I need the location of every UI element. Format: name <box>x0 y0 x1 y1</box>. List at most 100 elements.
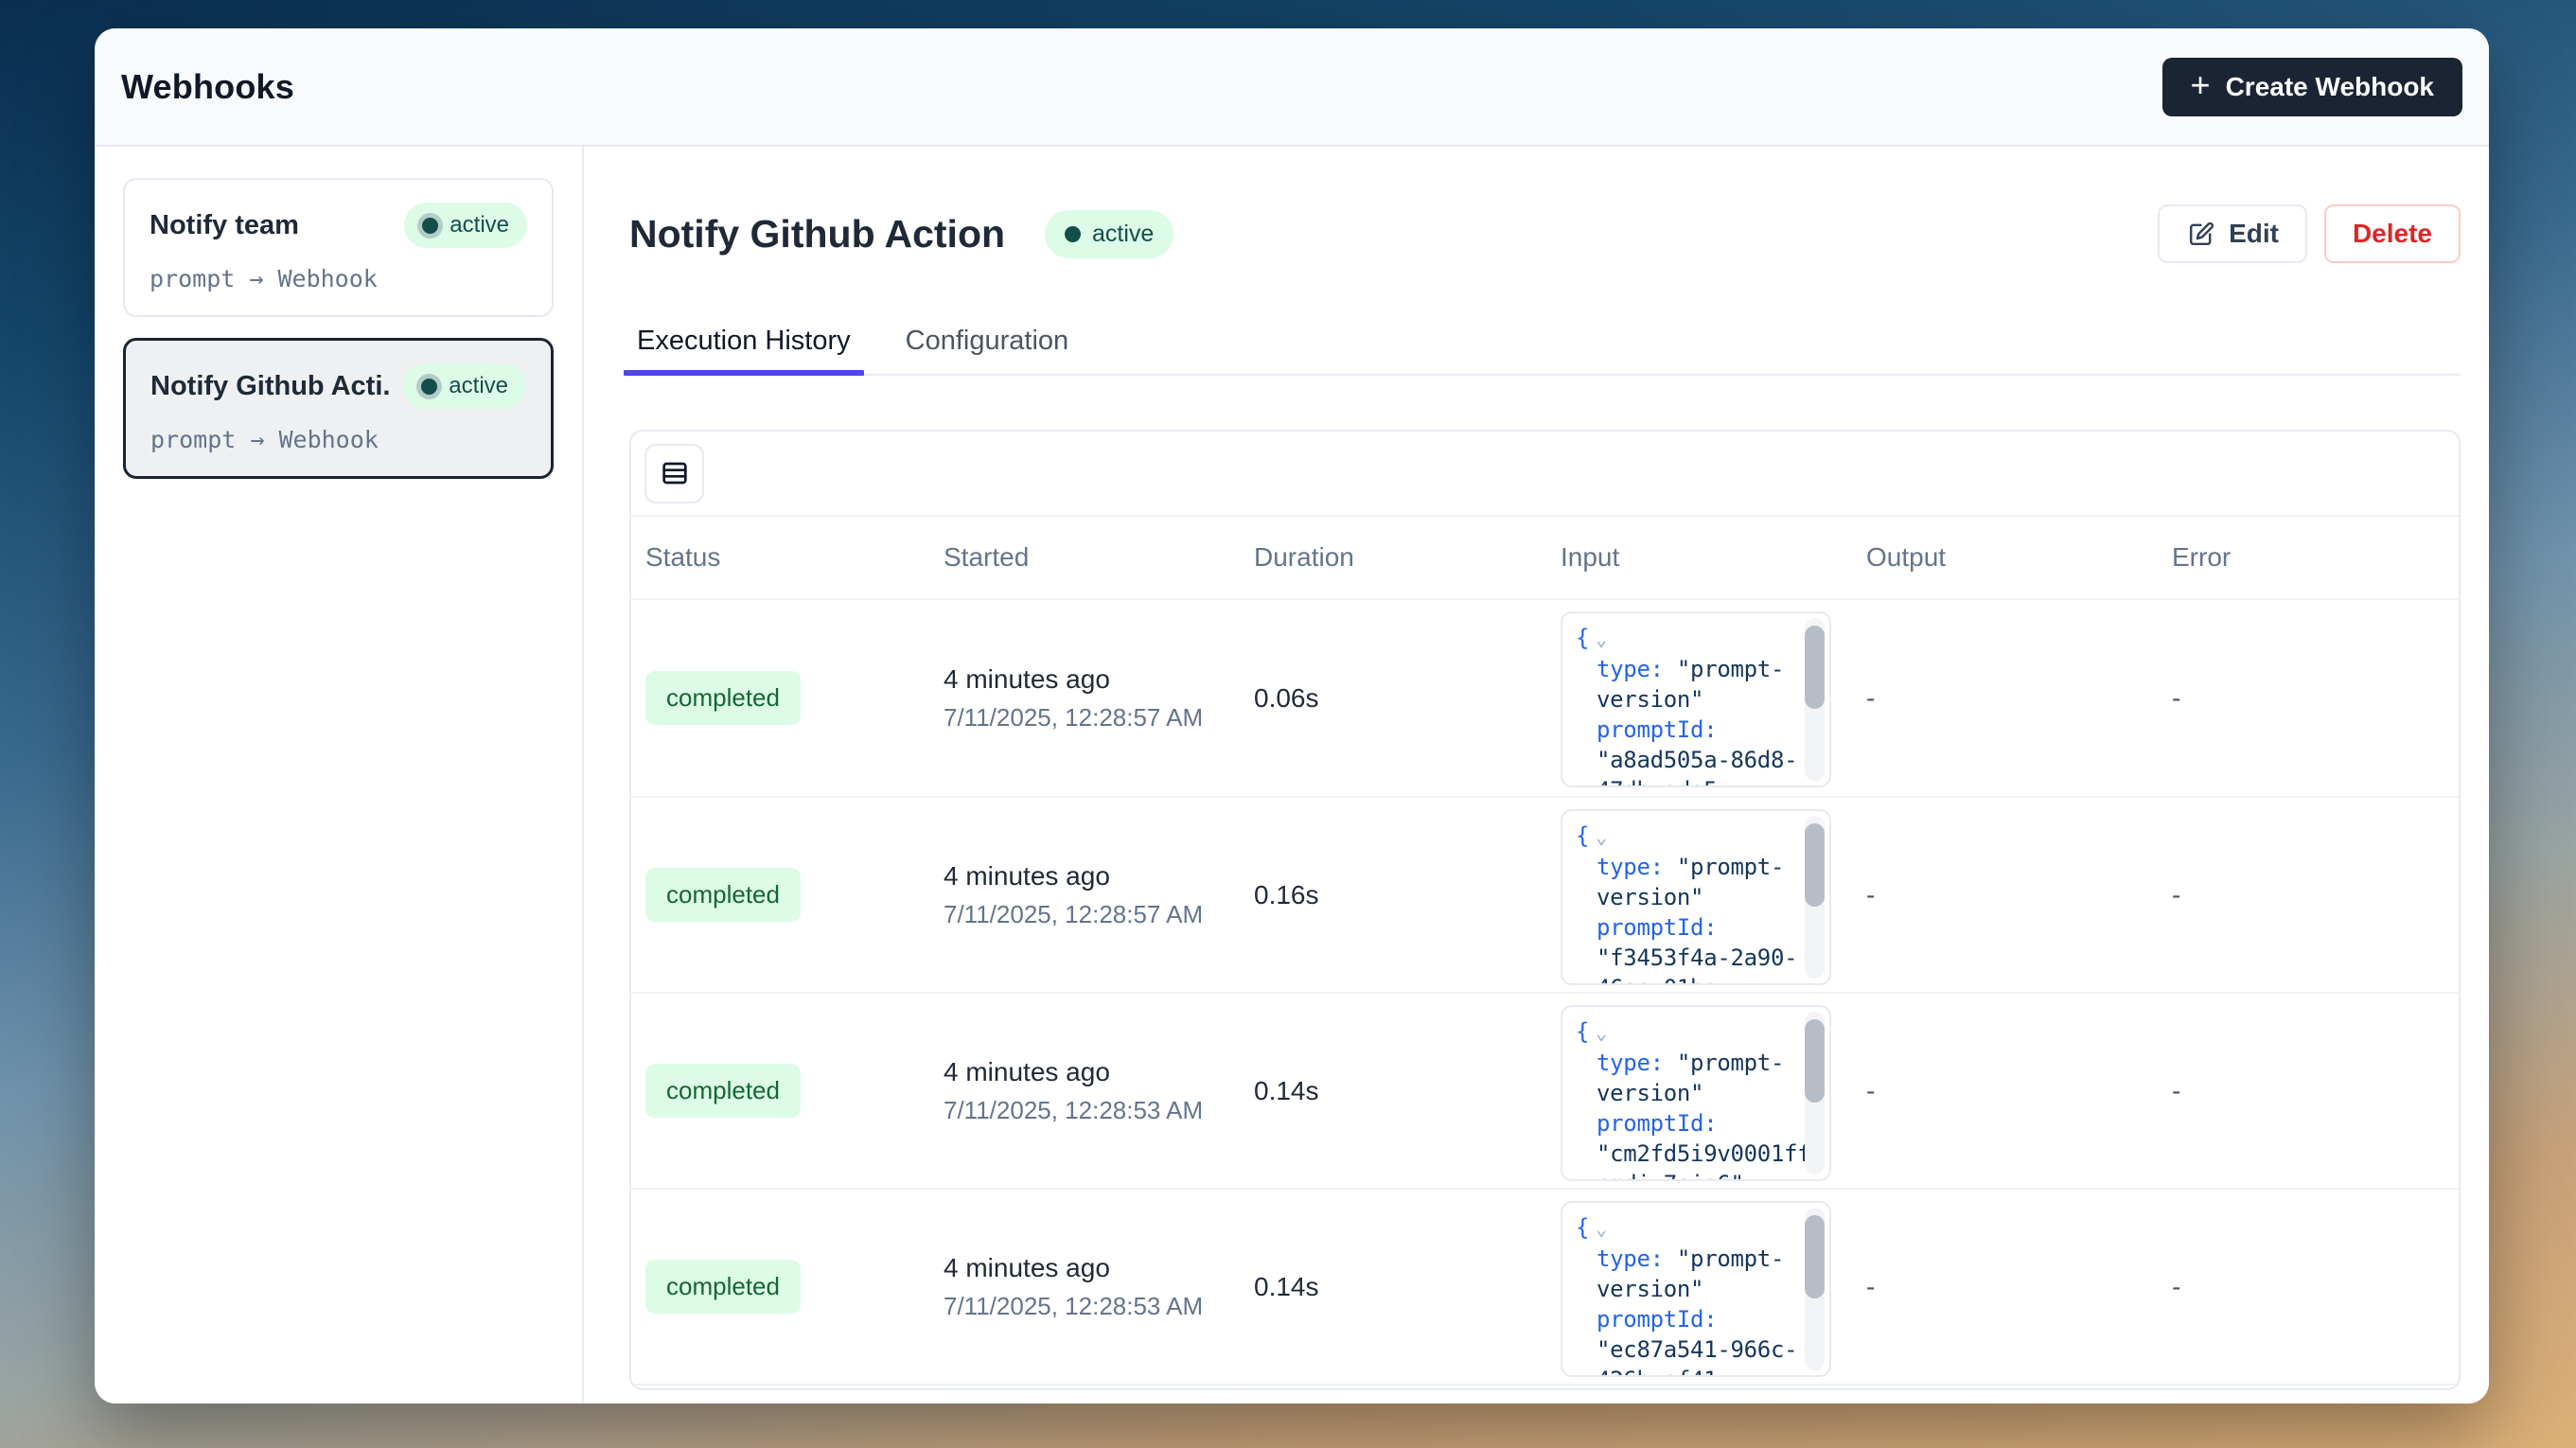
output-cell: - <box>1866 880 2172 910</box>
code-scrollbar-thumb[interactable] <box>1805 823 1825 907</box>
code-line: type: "prompt- <box>1576 654 1829 684</box>
code-line: version" <box>1576 1078 1829 1108</box>
code-scrollbar-thumb[interactable] <box>1805 1215 1825 1298</box>
started-relative: 4 minutes ago <box>944 1057 1254 1087</box>
webhook-flow: prompt → Webhook <box>150 265 527 292</box>
execution-history-table: Status Started Duration Input Output Err… <box>629 430 2461 1390</box>
started-absolute: 7/11/2025, 12:28:53 AM <box>944 1292 1254 1321</box>
status-cell: completed <box>645 1064 944 1118</box>
code-line: {⌄ <box>1576 623 1829 654</box>
column-header-output: Output <box>1866 542 2172 573</box>
column-header-input: Input <box>1561 542 1866 573</box>
code-line: 47db-ade5 <box>1576 775 1829 787</box>
sidebar-item-notify-team[interactable]: Notify team active prompt → Webhook <box>123 178 554 317</box>
code-scrollbar-track <box>1805 618 1825 781</box>
code-line: version" <box>1576 882 1829 912</box>
code-line: {⌄ <box>1576 1212 1829 1244</box>
table-toolbar <box>631 432 2459 517</box>
create-webhook-label: Create Webhook <box>2226 72 2434 102</box>
code-line: "f3453f4a-2a90- <box>1576 943 1829 973</box>
input-cell: {⌄type: "prompt-version"promptId:"ec87a5… <box>1561 1190 1866 1377</box>
input-json-viewer[interactable]: {⌄type: "prompt-version"promptId:"ec87a5… <box>1561 1201 1831 1377</box>
started-relative: 4 minutes ago <box>944 1253 1254 1283</box>
chevron-down-icon[interactable]: ⌄ <box>1596 1217 1607 1240</box>
chevron-down-icon[interactable]: ⌄ <box>1596 825 1607 848</box>
code-line: cmdiv7aia6" <box>1576 1169 1829 1181</box>
table-row[interactable]: completed 4 minutes ago 7/11/2025, 12:28… <box>631 600 2459 796</box>
duration-cell: 0.14s <box>1254 1272 1561 1302</box>
output-cell: - <box>1866 1076 2172 1106</box>
started-cell: 4 minutes ago 7/11/2025, 12:28:53 AM <box>944 1253 1254 1321</box>
edit-button[interactable]: Edit <box>2158 204 2307 263</box>
input-cell: {⌄type: "prompt-version"promptId:"a8ad50… <box>1561 600 1866 787</box>
edit-label: Edit <box>2229 219 2279 249</box>
input-cell: {⌄type: "prompt-version"promptId:"cm2fd5… <box>1561 994 1866 1181</box>
code-line: 426b-af41 <box>1576 1365 1829 1377</box>
code-line: promptId: <box>1576 1304 1829 1334</box>
table-row[interactable]: completed 4 minutes ago 7/11/2025, 12:28… <box>631 992 2459 1188</box>
tab-configuration[interactable]: Configuration <box>898 326 1077 374</box>
input-json-viewer[interactable]: {⌄type: "prompt-version"promptId:"cm2fd5… <box>1561 1005 1831 1181</box>
error-cell: - <box>2172 1076 2459 1106</box>
code-scrollbar-thumb[interactable] <box>1805 1019 1825 1103</box>
table-body: completed 4 minutes ago 7/11/2025, 12:28… <box>631 600 2459 1384</box>
page-title: Webhooks <box>121 67 294 107</box>
error-cell: - <box>2172 683 2459 714</box>
tab-execution-history[interactable]: Execution History <box>629 326 858 374</box>
code-line: {⌄ <box>1576 821 1829 852</box>
status-dot <box>421 379 437 395</box>
table-row-partial <box>631 1384 2459 1390</box>
code-line: "a8ad505a-86d8- <box>1576 745 1829 775</box>
table-header-row: Status Started Duration Input Output Err… <box>631 517 2459 600</box>
chevron-down-icon[interactable]: ⌄ <box>1596 627 1607 650</box>
webhooks-window: Webhooks + Create Webhook Notify team ac… <box>95 28 2489 1404</box>
code-scrollbar-track <box>1805 816 1825 979</box>
chevron-down-icon[interactable]: ⌄ <box>1596 1021 1607 1044</box>
code-line: type: "prompt- <box>1576 1244 1829 1274</box>
error-cell: - <box>2172 880 2459 910</box>
code-scrollbar-track <box>1805 1012 1825 1174</box>
status-cell: completed <box>645 868 944 922</box>
output-cell: - <box>1866 683 2172 714</box>
delete-button[interactable]: Delete <box>2324 204 2461 263</box>
table-row[interactable]: completed 4 minutes ago 7/11/2025, 12:28… <box>631 1188 2459 1384</box>
duration-cell: 0.14s <box>1254 1076 1561 1106</box>
input-json-viewer[interactable]: {⌄type: "prompt-version"promptId:"a8ad50… <box>1561 611 1831 787</box>
started-cell: 4 minutes ago 7/11/2025, 12:28:57 AM <box>944 861 1254 929</box>
status-label: active <box>449 373 508 399</box>
table-row[interactable]: completed 4 minutes ago 7/11/2025, 12:28… <box>631 796 2459 992</box>
code-line: "ec87a541-966c- <box>1576 1334 1829 1365</box>
output-cell: - <box>1866 1272 2172 1302</box>
started-absolute: 7/11/2025, 12:28:57 AM <box>944 703 1254 733</box>
column-header-status: Status <box>645 542 944 573</box>
started-cell: 4 minutes ago 7/11/2025, 12:28:57 AM <box>944 664 1254 733</box>
status-badge: active <box>1045 210 1173 258</box>
sidebar-item-notify-github-action[interactable]: Notify Github Acti... active prompt → We… <box>123 338 554 479</box>
status-badge: active <box>404 203 527 248</box>
detail-header: Notify Github Action active Edit Delete <box>629 191 2461 276</box>
create-webhook-button[interactable]: + Create Webhook <box>2162 58 2462 116</box>
webhook-name: Notify team <box>150 210 299 241</box>
input-json-viewer[interactable]: {⌄type: "prompt-version"promptId:"f3453f… <box>1561 809 1831 985</box>
webhook-flow: prompt → Webhook <box>150 426 526 453</box>
status-label: active <box>450 212 509 238</box>
completed-badge: completed <box>645 1260 801 1314</box>
code-line: type: "prompt- <box>1576 852 1829 882</box>
status-dot <box>422 218 438 234</box>
table-rows-view-button[interactable] <box>644 444 704 503</box>
code-line: "cm2fd5i9v0001ff <box>1576 1139 1829 1169</box>
webhook-sidebar: Notify team active prompt → Webhook Noti… <box>95 147 584 1404</box>
top-bar: Webhooks + Create Webhook <box>95 28 2489 147</box>
status-badge: active <box>403 363 526 409</box>
column-header-started: Started <box>944 542 1254 573</box>
code-line: promptId: <box>1576 715 1829 745</box>
input-cell: {⌄type: "prompt-version"promptId:"f3453f… <box>1561 798 1866 985</box>
tab-bar: Execution History Configuration <box>629 326 2461 376</box>
completed-badge: completed <box>645 868 801 922</box>
code-line: 46ae-01ba <box>1576 973 1829 985</box>
code-scrollbar-thumb[interactable] <box>1805 626 1825 709</box>
tab-label: Execution History <box>637 326 851 356</box>
completed-badge: completed <box>645 1064 801 1118</box>
plus-icon: + <box>2191 68 2211 102</box>
status-label: active <box>1092 221 1154 248</box>
